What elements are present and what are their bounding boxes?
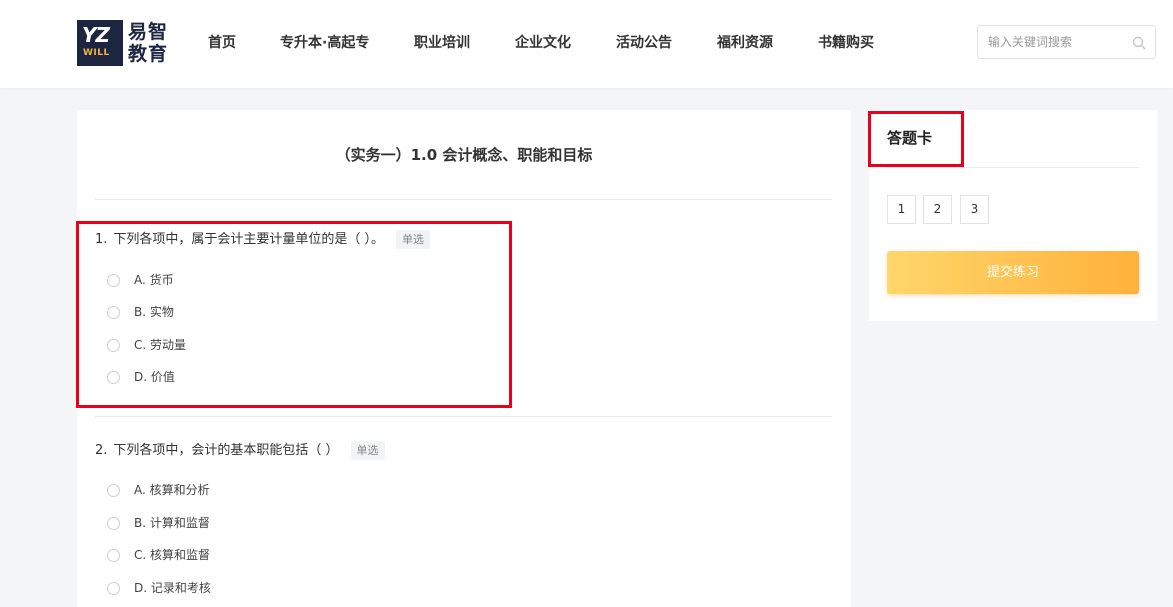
radio-icon[interactable] [107,549,120,562]
question-2-head: 2. 下列各项中，会计的基本职能包括（ ） 单选 [95,441,385,461]
answer-card-item-3[interactable]: 3 [960,195,989,224]
radio-icon[interactable] [107,484,120,497]
nav-item-upgrade-degree[interactable]: 专升本·高起专 [280,33,369,53]
option-label: B. 实物 [134,305,174,319]
nav-item-home[interactable]: 首页 [208,33,236,53]
logo-name-line2: 教育 [128,43,169,65]
exercise-panel: （实务一）1.0 会计概念、职能和目标 1. 下列各项中，属于会计主要计量单位的是… [77,110,851,607]
question-1-option-c[interactable]: C. 劳动量 [107,337,186,353]
question-1-option-a[interactable]: A. 货币 [107,272,174,288]
question-2-type-badge: 单选 [350,441,385,460]
question-1-text: 下列各项中，属于会计主要计量单位的是（ ）。 [113,232,385,247]
option-label: D. 价值 [134,370,175,384]
option-label: B. 计算和监督 [134,516,210,530]
option-label: C. 核算和监督 [134,548,211,562]
answer-card: 答题卡 1 2 3 提交练习 [869,110,1157,321]
answer-card-item-1[interactable]: 1 [887,195,916,224]
question-1-type-badge: 单选 [396,230,431,249]
question-2-number: 2. [95,443,108,458]
nav-item-corporate-culture[interactable]: 企业文化 [515,33,571,53]
page-title: （实务一）1.0 会计概念、职能和目标 [335,146,593,164]
question-2-text: 下列各项中，会计的基本职能包括（ ） [113,443,339,458]
option-label: C. 劳动量 [134,338,187,352]
question-1-option-b[interactable]: B. 实物 [107,304,174,320]
search-icon[interactable] [1132,35,1146,50]
question-1-head: 1. 下列各项中，属于会计主要计量单位的是（ ）。 单选 [95,230,431,250]
nav-item-book-purchase[interactable]: 书籍购买 [818,33,874,53]
site-logo[interactable]: YZ WILL 易智 教育 [77,20,169,66]
nav-item-welfare-resources[interactable]: 福利资源 [717,33,773,53]
answer-card-item-2[interactable]: 2 [923,195,952,224]
option-label: A. 货币 [134,273,174,287]
radio-icon[interactable] [107,339,120,352]
question-2-option-b[interactable]: B. 计算和监督 [107,515,210,531]
question-2-option-c[interactable]: C. 核算和监督 [107,547,210,563]
answer-card-title: 答题卡 [887,129,933,147]
option-label: A. 核算和分析 [134,483,210,497]
question-divider [95,416,832,417]
question-2-option-d[interactable]: D. 记录和考核 [107,580,211,596]
radio-icon[interactable] [107,274,120,287]
logo-name-line1: 易智 [128,21,169,43]
radio-icon[interactable] [107,371,120,384]
question-1-number: 1. [95,232,108,247]
logo-mark: YZ WILL [77,20,123,66]
logo-name: 易智 教育 [128,21,170,65]
site-header: YZ WILL 易智 教育 首页 专升本·高起专 职业培训 企业文化 活动公告 … [0,0,1173,88]
logo-mark-subtext: WILL [83,48,110,58]
search-input[interactable] [988,32,1128,52]
radio-icon[interactable] [107,517,120,530]
radio-icon[interactable] [107,582,120,595]
radio-icon[interactable] [107,306,120,319]
question-1-option-d[interactable]: D. 价值 [107,369,175,385]
submit-practice-button[interactable]: 提交练习 [887,251,1139,294]
title-divider [95,199,832,200]
search-box [977,25,1156,59]
option-label: D. 记录和考核 [134,581,211,595]
answer-card-divider [887,167,1139,168]
nav-item-vocational-training[interactable]: 职业培训 [414,33,470,53]
question-2-option-a[interactable]: A. 核算和分析 [107,482,210,498]
logo-mark-text: YZ [82,23,110,47]
nav-item-announcements[interactable]: 活动公告 [616,33,672,53]
